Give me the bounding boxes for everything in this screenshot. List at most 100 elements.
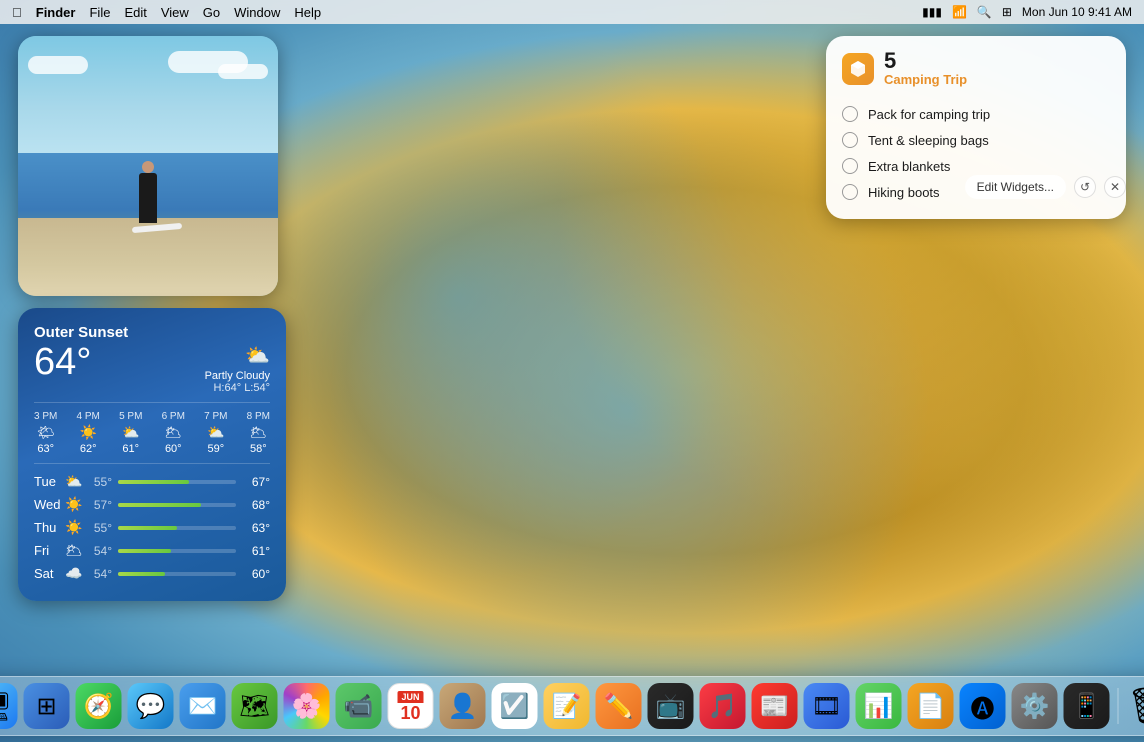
dock: 🖥 ⊞ 🧭 💬 ✉️ 🗺 🌸 📹 JUN 10 👤 ☑️ bbox=[0, 676, 1144, 736]
calendar-dock-date: 10 bbox=[400, 704, 420, 722]
dock-item-pages[interactable]: 📄 bbox=[908, 683, 954, 729]
finder-dock-icon: 🖥 bbox=[0, 690, 12, 723]
dock-item-facetime[interactable]: 📹 bbox=[336, 683, 382, 729]
appletv-dock-icon: 📺 bbox=[656, 692, 686, 721]
launchpad-dock-icon: ⊞ bbox=[36, 692, 56, 721]
reminder-text-2: Tent & sleeping bags bbox=[868, 133, 989, 148]
dock-item-notes[interactable]: 📝 bbox=[544, 683, 590, 729]
search-icon[interactable]: 🔍 bbox=[977, 5, 992, 19]
menubar-right: ▮▮▮ 📶 🔍 ⊞ Mon Jun 10 9:41 AM bbox=[922, 5, 1132, 19]
weather-widget: Outer Sunset 64° ⛅ Partly Cloudy H:64° L… bbox=[18, 308, 286, 601]
close-widget-button[interactable]: ✕ bbox=[1104, 176, 1126, 198]
calendar-icon-inner: JUN 10 bbox=[389, 691, 433, 722]
weather-hour-2: 4 PM ☀️ 62° bbox=[77, 411, 100, 455]
menubar-window[interactable]: Window bbox=[234, 5, 280, 20]
weather-hour-6: 8 PM 🌥 58° bbox=[247, 411, 270, 455]
reminder-checkbox-3[interactable] bbox=[842, 158, 858, 174]
dock-item-photos[interactable]: 🌸 bbox=[284, 683, 330, 729]
trash-dock-icon: 🗑 bbox=[1127, 685, 1144, 727]
menubar-go[interactable]: Go bbox=[203, 5, 220, 20]
dock-item-mail[interactable]: ✉️ bbox=[180, 683, 226, 729]
music-dock-icon: 🎵 bbox=[708, 692, 738, 721]
dock-item-contacts[interactable]: 👤 bbox=[440, 683, 486, 729]
dock-item-calendar[interactable]: JUN 10 bbox=[388, 683, 434, 729]
edit-widgets-button[interactable]: Edit Widgets... bbox=[965, 175, 1066, 199]
appstore-dock-icon: 🅐 bbox=[971, 689, 995, 724]
battery-icon: ▮▮▮ bbox=[922, 5, 942, 19]
menubar-view[interactable]: View bbox=[161, 5, 189, 20]
weather-day-tue: Tue ⛅ 55° 67° bbox=[34, 470, 270, 493]
photo-scene bbox=[18, 36, 278, 296]
dock-item-trash[interactable]: 🗑 bbox=[1127, 683, 1144, 729]
reminder-text-4: Hiking boots bbox=[868, 185, 940, 200]
reminder-item-2: Tent & sleeping bags bbox=[842, 127, 1110, 153]
weather-hi-lo: H:64° L:54° bbox=[205, 382, 270, 394]
mail-dock-icon: ✉️ bbox=[188, 692, 218, 721]
widget-controls: Edit Widgets... ↺ ✕ bbox=[965, 175, 1126, 199]
dock-item-messages[interactable]: 💬 bbox=[128, 683, 174, 729]
reminder-checkbox-2[interactable] bbox=[842, 132, 858, 148]
reminders-items: Pack for camping trip Tent & sleeping ba… bbox=[826, 97, 1126, 219]
dock-item-systemprefs[interactable]: ⚙️ bbox=[1012, 683, 1058, 729]
dock-item-news[interactable]: 📰 bbox=[752, 683, 798, 729]
weather-day-wed: Wed ☀️ 57° 68° bbox=[34, 493, 270, 516]
weather-day-fri: Fri 🌥 54° 61° bbox=[34, 539, 270, 562]
weather-day-thu: Thu ☀️ 55° 63° bbox=[34, 516, 270, 539]
weather-hour-4: 6 PM 🌥 60° bbox=[162, 411, 185, 455]
weather-condition-text: Partly Cloudy bbox=[205, 370, 270, 382]
menubar-edit[interactable]: Edit bbox=[124, 5, 146, 20]
weather-hour-3: 5 PM ⛅ 61° bbox=[119, 411, 142, 455]
dock-item-iphone[interactable]: 📱 bbox=[1064, 683, 1110, 729]
dock-item-appletv[interactable]: 📺 bbox=[648, 683, 694, 729]
dock-item-appstore[interactable]: 🅐 bbox=[960, 683, 1006, 729]
reminders-header: 5 Camping Trip bbox=[826, 36, 1126, 97]
photo-widget bbox=[18, 36, 278, 296]
freeform-dock-icon: ✏️ bbox=[604, 692, 634, 721]
datetime: Mon Jun 10 9:41 AM bbox=[1022, 5, 1132, 19]
dock-item-numbers[interactable]: 📊 bbox=[856, 683, 902, 729]
numbers-dock-icon: 📊 bbox=[864, 692, 894, 721]
reminders-list-name: Camping Trip bbox=[884, 72, 1110, 87]
systemprefs-dock-icon: ⚙️ bbox=[1020, 692, 1050, 721]
menubar:  Finder File Edit View Go Window Help ▮… bbox=[0, 0, 1144, 24]
dock-item-finder[interactable]: 🖥 bbox=[0, 683, 18, 729]
weather-hourly: 3 PM 🌤 63° 4 PM ☀️ 62° 5 PM ⛅ 61° 6 PM 🌥… bbox=[34, 402, 270, 455]
menubar-file[interactable]: File bbox=[89, 5, 110, 20]
dock-item-freeform[interactable]: ✏️ bbox=[596, 683, 642, 729]
surfer-figure bbox=[139, 173, 157, 223]
dock-item-reminders[interactable]: ☑️ bbox=[492, 683, 538, 729]
dock-item-safari[interactable]: 🧭 bbox=[76, 683, 122, 729]
reminder-checkbox-1[interactable] bbox=[842, 106, 858, 122]
maps-dock-icon: 🗺 bbox=[239, 692, 269, 721]
safari-dock-icon: 🧭 bbox=[84, 692, 114, 721]
pages-dock-icon: 📄 bbox=[916, 692, 946, 721]
weather-hour-5: 7 PM ⛅ 59° bbox=[204, 411, 227, 455]
reminder-text-1: Pack for camping trip bbox=[868, 107, 990, 122]
menubar-app-name[interactable]: Finder bbox=[36, 5, 76, 20]
control-center-icon[interactable]: ⊞ bbox=[1002, 5, 1012, 19]
photos-dock-icon: 🌸 bbox=[292, 692, 322, 721]
weather-condition-block: ⛅ Partly Cloudy H:64° L:54° bbox=[205, 343, 270, 394]
dock-item-keynote[interactable]: 🎞 bbox=[804, 683, 850, 729]
reminders-dock-icon: ☑️ bbox=[500, 692, 530, 721]
menubar-left:  Finder File Edit View Go Window Help bbox=[12, 5, 321, 20]
contacts-dock-icon: 👤 bbox=[448, 692, 478, 721]
reminder-checkbox-4[interactable] bbox=[842, 184, 858, 200]
reminders-app-icon bbox=[842, 53, 874, 85]
dock-item-launchpad[interactable]: ⊞ bbox=[24, 683, 70, 729]
weather-temp-row: 64° ⛅ Partly Cloudy H:64° L:54° bbox=[34, 343, 270, 394]
messages-dock-icon: 💬 bbox=[136, 692, 166, 721]
dock-item-maps[interactable]: 🗺 bbox=[232, 683, 278, 729]
facetime-dock-icon: 📹 bbox=[344, 692, 374, 721]
reminder-text-3: Extra blankets bbox=[868, 159, 950, 174]
weather-daily: Tue ⛅ 55° 67° Wed ☀️ 57° 68° Thu ☀️ 55° … bbox=[34, 463, 270, 585]
dock-item-music[interactable]: 🎵 bbox=[700, 683, 746, 729]
menubar-help[interactable]: Help bbox=[294, 5, 321, 20]
weather-condition-icon: ⛅ bbox=[205, 343, 270, 368]
reminders-count-section: 5 Camping Trip bbox=[884, 50, 1110, 87]
weather-temperature: 64° bbox=[34, 343, 91, 381]
notes-dock-icon: 📝 bbox=[552, 692, 582, 721]
calendar-dock-month: JUN bbox=[397, 691, 423, 703]
rotate-widget-button[interactable]: ↺ bbox=[1074, 176, 1096, 198]
apple-menu[interactable]:  bbox=[12, 5, 22, 20]
